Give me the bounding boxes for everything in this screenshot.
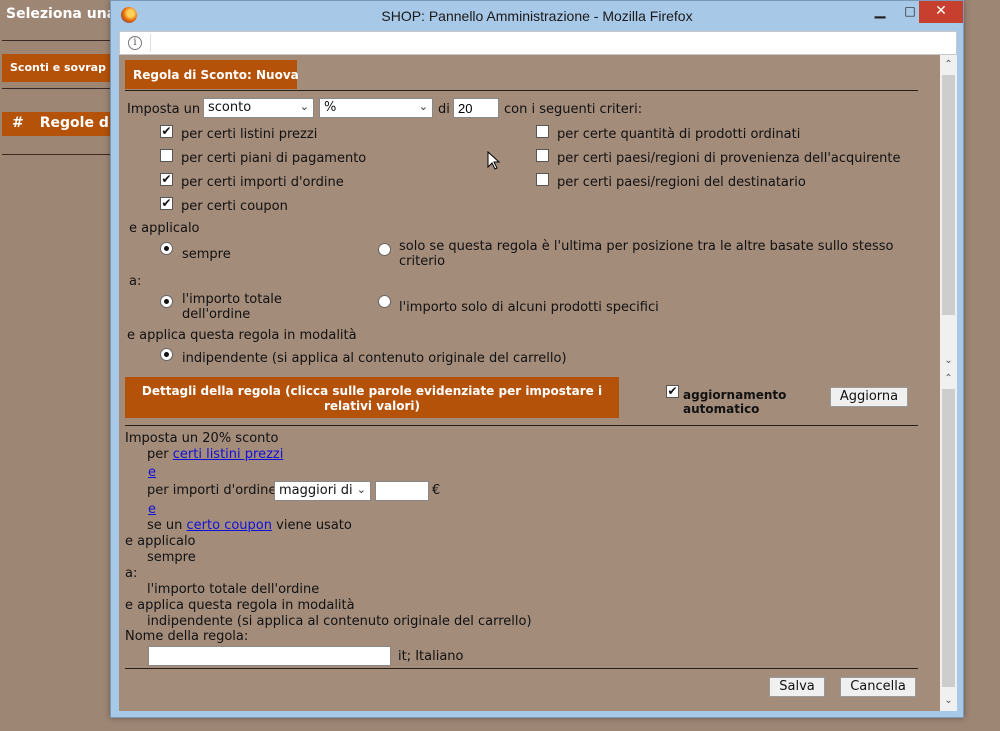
radio-independent[interactable]: [160, 348, 173, 361]
window-titlebar[interactable]: SHOP: Pannello Amministrazione - Mozilla…: [111, 1, 963, 31]
rules-column-header: Regole di: [39, 115, 110, 131]
divider: [125, 668, 918, 669]
radio-label-order-total: l'importo totale dell'ordine: [182, 292, 282, 322]
background-table-header: # Regole di: [2, 112, 110, 136]
mouse-cursor-icon: [487, 151, 501, 170]
summary-importo-totale: l'importo totale dell'ordine: [147, 582, 320, 597]
divider: [125, 90, 918, 91]
link-and-1[interactable]: e: [148, 465, 156, 480]
summary-applicalo: e applicalo: [125, 534, 196, 549]
criterion-label-paesi-provenienza: per certi paesi/regioni di provenienza d…: [557, 151, 901, 166]
scroll-down-icon[interactable]: ⌄: [940, 353, 957, 369]
discount-amount-input[interactable]: [453, 98, 499, 118]
scroll-up-icon[interactable]: ⌃: [940, 371, 957, 387]
divider: [150, 34, 151, 52]
checkbox-listini[interactable]: ✔: [160, 125, 173, 138]
checkbox-auto-update[interactable]: ✔: [666, 385, 679, 398]
page-content: Regola di Sconto: Nuova Imposta un scont…: [119, 55, 940, 711]
link-certi-listini[interactable]: certi listini prezzi: [173, 447, 284, 462]
scroll-up-icon[interactable]: ⌃: [940, 57, 957, 73]
chevron-down-icon: ⌄: [299, 100, 309, 113]
divider: [125, 425, 918, 426]
chevron-down-icon: ⌄: [356, 483, 366, 496]
rule-name-input[interactable]: [148, 646, 391, 666]
update-button[interactable]: Aggiorna: [830, 387, 908, 407]
radio-order-total[interactable]: [160, 295, 173, 308]
checkbox-quantita[interactable]: [536, 125, 549, 138]
radio-label-last-only: solo se questa regola è l'ultima per pos…: [399, 239, 894, 269]
background-discounts-button[interactable]: Sconti e sovrap: [2, 54, 110, 82]
divider: [2, 40, 110, 41]
apply-label: e applicalo: [129, 221, 200, 236]
discount-unit-value: %: [324, 100, 337, 115]
summary-viene-usato: viene usato: [276, 518, 352, 533]
window-title: SHOP: Pannello Amministrazione - Mozilla…: [381, 8, 693, 24]
criterion-label-piani-pagamento: per certi piani di pagamento: [181, 151, 367, 166]
radio-label-independent: indipendente (si applica al contenuto or…: [182, 351, 567, 366]
radio-label-always: sempre: [182, 247, 231, 262]
summary-se-un: se un: [147, 518, 183, 533]
background-page-title: Seleziona una: [6, 6, 117, 22]
criterion-label-importi-ordine: per certi importi d'ordine: [181, 175, 344, 190]
link-and-2[interactable]: e: [148, 502, 156, 517]
url-bar[interactable]: i: [119, 31, 957, 55]
scrollbar[interactable]: ⌃ ⌄ ⌃ ⌄: [940, 55, 957, 711]
criterion-label-paesi-destinatario: per certi paesi/regioni del destinatario: [557, 175, 806, 190]
checkbox-paesi-provenienza[interactable]: [536, 149, 549, 162]
scrollbar-thumb[interactable]: [942, 75, 955, 315]
summary-modalita: e applica questa regola in modalità: [125, 598, 355, 613]
radio-always[interactable]: [160, 242, 173, 255]
criterion-label-coupon: per certi coupon: [181, 199, 288, 214]
divider: [2, 154, 110, 155]
radio-last-only[interactable]: [378, 243, 391, 256]
summary-sempre: sempre: [147, 550, 196, 565]
scrollbar-thumb[interactable]: [942, 389, 955, 687]
di-label: di: [438, 102, 450, 117]
checkbox-piani-pagamento[interactable]: [160, 149, 173, 162]
auto-update-label: aggiornamento automatico: [683, 388, 787, 416]
discount-type-value: sconto: [208, 100, 252, 115]
firefox-popup-window: SHOP: Pannello Amministrazione - Mozilla…: [110, 0, 964, 718]
comparator-select[interactable]: maggiori di ⌄: [274, 481, 371, 501]
summary-listini-line: per certi listini prezzi: [147, 447, 283, 462]
checkbox-coupon[interactable]: ✔: [160, 197, 173, 210]
currency-label: €: [432, 483, 441, 498]
divider: [2, 88, 110, 89]
details-header: Dettagli della regola (clicca sulle paro…: [125, 377, 619, 418]
info-icon[interactable]: i: [128, 36, 142, 50]
summary-importi-label: per importi d'ordine: [147, 483, 277, 498]
summary-per: per: [147, 447, 169, 462]
to-label: a:: [129, 274, 142, 289]
discount-type-select[interactable]: sconto ⌄: [203, 98, 314, 118]
rule-name-label: Nome della regola:: [125, 629, 249, 644]
scroll-down-icon[interactable]: ⌄: [940, 693, 957, 709]
cancel-button[interactable]: Cancella: [840, 677, 916, 697]
criteria-prefix: Imposta un: [127, 102, 201, 117]
summary-a: a:: [125, 566, 138, 581]
panel-title: Regola di Sconto: Nuova: [125, 60, 299, 89]
summary-indipendente: indipendente (si applica al contenuto or…: [147, 614, 532, 629]
radio-specific-products[interactable]: [378, 295, 391, 308]
criterion-label-quantita: per certe quantità di prodotti ordinati: [557, 127, 801, 142]
checkbox-paesi-destinatario[interactable]: [536, 173, 549, 186]
mode-label: e applica questa regola in modalità: [127, 328, 357, 343]
hash-column-header: #: [12, 115, 24, 131]
order-amount-input[interactable]: [375, 481, 429, 501]
criteria-suffix: con i seguenti criteri:: [504, 102, 643, 117]
criterion-label-listini: per certi listini prezzi: [181, 127, 318, 142]
save-button[interactable]: Salva: [769, 677, 825, 697]
minimize-button[interactable]: ▁: [863, 1, 897, 23]
language-label: it; Italiano: [398, 649, 464, 664]
close-button[interactable]: ✕: [919, 1, 963, 23]
summary-line: Imposta un 20% sconto: [125, 431, 279, 446]
link-certo-coupon[interactable]: certo coupon: [187, 518, 272, 533]
discount-unit-select[interactable]: % ⌄: [319, 98, 433, 118]
radio-label-specific-products: l'importo solo di alcuni prodotti specif…: [399, 300, 659, 315]
summary-coupon-line: se un certo coupon viene usato: [147, 518, 352, 533]
comparator-value: maggiori di: [279, 483, 353, 498]
checkbox-importi-ordine[interactable]: ✔: [160, 173, 173, 186]
chevron-down-icon: ⌄: [418, 100, 428, 113]
